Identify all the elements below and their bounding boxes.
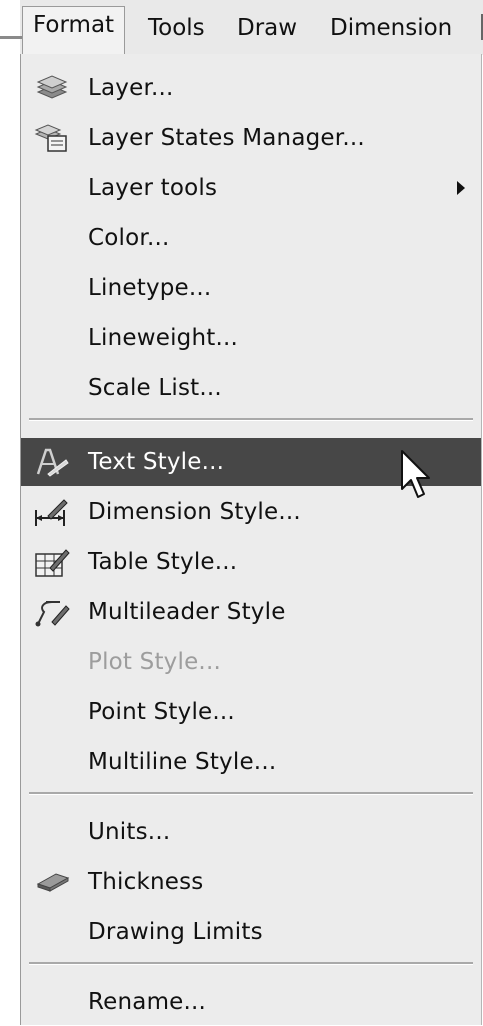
menu-item-units[interactable]: Units... [21, 808, 481, 856]
menu-item-label: Multiline Style... [88, 749, 277, 775]
menu-format[interactable]: Format [22, 6, 126, 55]
layers-icon [34, 72, 70, 104]
menu-item-label: Table Style... [88, 549, 238, 575]
menu-item-label: Lineweight... [88, 325, 239, 351]
menu-item-label: Color... [88, 225, 170, 251]
menu-item-scale-list[interactable]: Scale List... [21, 364, 481, 412]
menu-item-color[interactable]: Color... [21, 214, 481, 262]
text-style-icon [34, 446, 70, 478]
layer-states-icon [34, 122, 70, 154]
menu-item-label: Point Style... [88, 699, 235, 725]
menu-item-label: Rename... [88, 989, 207, 1015]
menu-item-multiline-style[interactable]: Multiline Style... [21, 738, 481, 786]
table-style-icon [34, 546, 70, 578]
menu-item-label: Text Style... [88, 449, 225, 475]
menu-item-linetype[interactable]: Linetype... [21, 264, 481, 312]
menu-item-label: Scale List... [88, 375, 222, 401]
menu-item-multileader-style[interactable]: Multileader Style [21, 588, 481, 636]
menubar-divider [0, 36, 22, 39]
menu-separator [29, 792, 473, 795]
menu-item-label: Multileader Style [88, 599, 286, 625]
submenu-arrow-icon [457, 181, 465, 195]
dimension-style-icon [34, 496, 70, 528]
format-dropdown-menu: Layer... Layer States Manager... Layer t… [20, 54, 482, 1025]
menu-item-label: Thickness [88, 869, 204, 895]
menu-item-lineweight[interactable]: Lineweight... [21, 314, 481, 362]
menu-item-label: Layer tools [88, 175, 218, 201]
menu-separator [29, 418, 473, 421]
menu-item-label: Layer... [88, 75, 174, 101]
menu-item-label: Linetype... [88, 275, 212, 301]
menu-dimension[interactable]: Dimension [330, 10, 452, 50]
menu-item-label: Dimension Style... [88, 499, 301, 525]
menu-item-label: Units... [88, 819, 171, 845]
menu-item-label: Plot Style... [88, 649, 221, 675]
menu-item-layer[interactable]: Layer... [21, 64, 481, 112]
menu-item-drawing-limits[interactable]: Drawing Limits [21, 908, 481, 956]
menu-draw[interactable]: Draw [237, 10, 297, 50]
menu-item-plot-style: Plot Style... [21, 638, 481, 686]
menu-item-thickness[interactable]: Thickness [21, 858, 481, 906]
multileader-style-icon [34, 596, 70, 628]
menu-item-layer-tools[interactable]: Layer tools [21, 164, 481, 212]
mouse-pointer-icon [401, 450, 430, 498]
menu-bar: Format Tools Draw Dimension [0, 0, 483, 55]
menu-item-rename[interactable]: Rename... [21, 978, 481, 1026]
menu-separator [29, 962, 473, 965]
menu-item-label: Drawing Limits [88, 919, 263, 945]
menu-tools[interactable]: Tools [148, 10, 205, 50]
menu-item-layer-states-manager[interactable]: Layer States Manager... [21, 114, 481, 162]
menu-item-table-style[interactable]: Table Style... [21, 538, 481, 586]
menu-item-label: Layer States Manager... [88, 125, 365, 151]
thickness-icon [34, 866, 70, 898]
menu-item-point-style[interactable]: Point Style... [21, 688, 481, 736]
